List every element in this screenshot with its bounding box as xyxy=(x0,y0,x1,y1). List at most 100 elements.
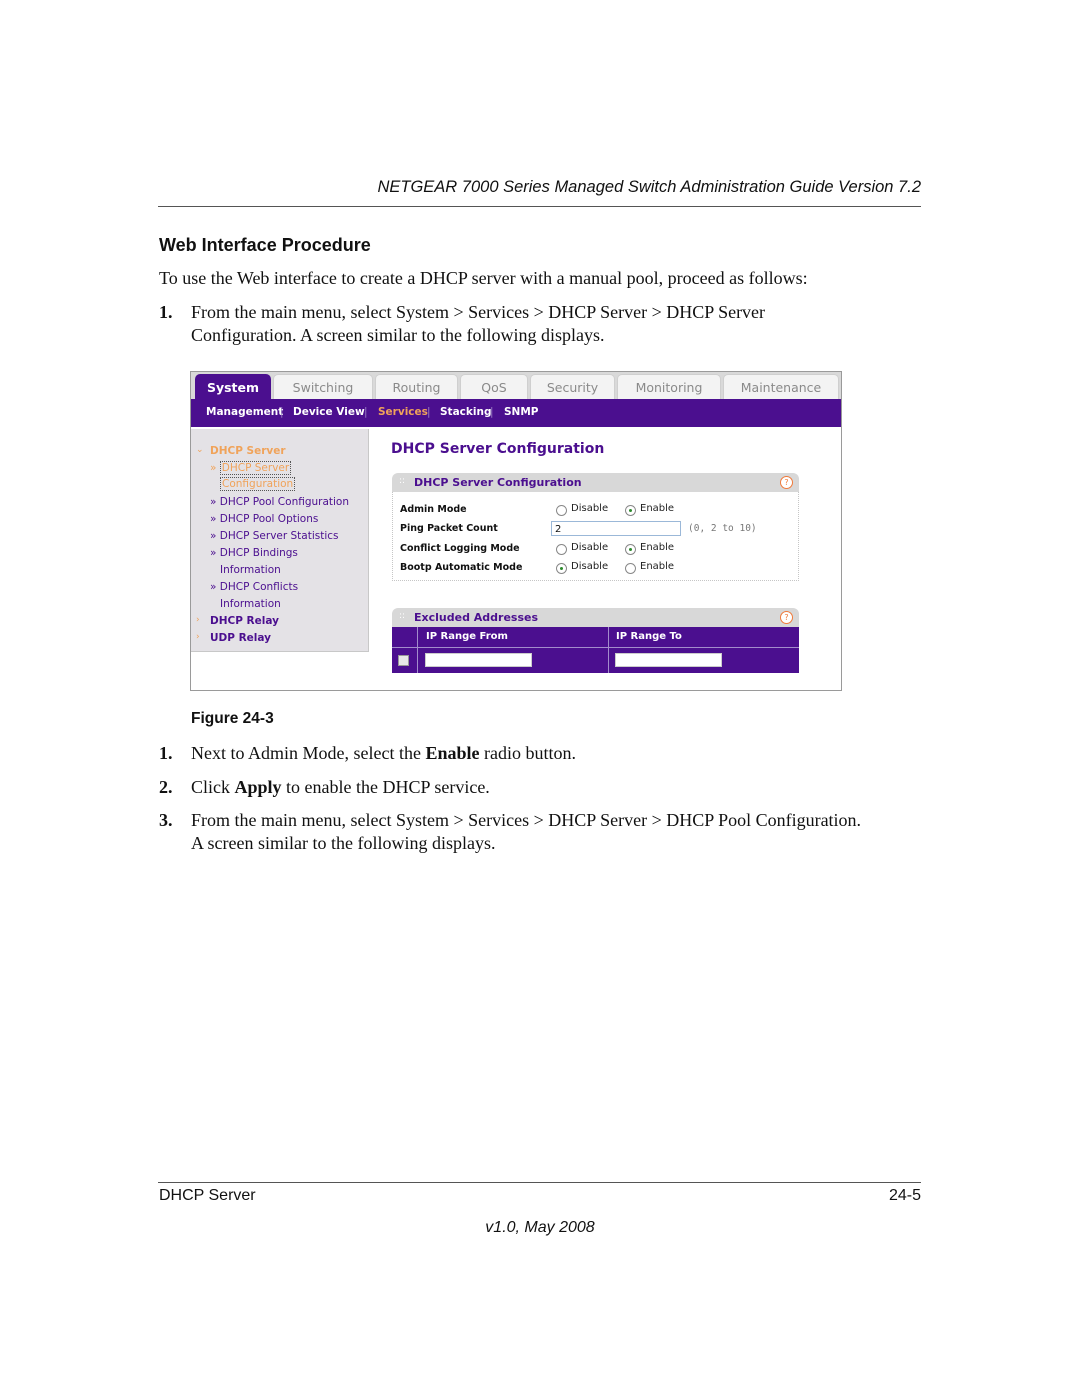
sidebar-item-label: DHCP Conflicts xyxy=(219,581,299,593)
running-header: NETGEAR 7000 Series Managed Switch Admin… xyxy=(377,178,921,196)
column-header-ip-range-from: IP Range From xyxy=(426,631,508,642)
panel-header: :: DHCP Server Configuration ? xyxy=(392,473,799,492)
bootp-disable-radio[interactable] xyxy=(556,563,567,574)
intro-paragraph: To use the Web interface to create a DHC… xyxy=(159,268,808,288)
step-text-part: radio button. xyxy=(479,743,576,763)
subnav-services[interactable]: Services xyxy=(378,406,428,418)
excluded-addresses-panel: :: Excluded Addresses ? IP Range From IP… xyxy=(392,608,799,674)
figure-screenshot: System Switching Routing QoS Security Mo… xyxy=(190,371,842,691)
conflict-logging-disable-radio[interactable] xyxy=(556,544,567,555)
bootp-enable-radio[interactable] xyxy=(625,563,636,574)
column-divider xyxy=(608,627,609,673)
step-text-part: Click xyxy=(191,777,235,797)
step-text: Next to Admin Mode, select the Enable ra… xyxy=(191,742,576,765)
radio-label: Disable xyxy=(571,503,609,514)
main-title: DHCP Server Configuration xyxy=(391,441,605,457)
admin-mode-label: Admin Mode xyxy=(400,504,467,515)
step-text-cont: Configuration. A screen similar to the f… xyxy=(191,325,605,345)
subnav-separator: | xyxy=(364,406,368,418)
column-divider xyxy=(417,627,418,673)
row-select-checkbox[interactable] xyxy=(398,655,409,666)
subnav-management[interactable]: Management xyxy=(206,406,283,418)
step-text-bold: Enable xyxy=(425,743,480,763)
tab-security[interactable]: Security xyxy=(530,374,615,399)
conflict-logging-enable-radio[interactable] xyxy=(625,544,636,555)
step-text: Click Apply to enable the DHCP service. xyxy=(191,776,490,799)
step-number: 2. xyxy=(159,777,173,797)
drag-handle-icon: :: xyxy=(399,476,406,486)
step-text-part: to enable the DHCP service. xyxy=(281,777,490,797)
radio-label: Disable xyxy=(571,542,609,553)
sidebar-item-dhcp-relay[interactable]: DHCP Relay xyxy=(210,615,279,627)
tab-maintenance[interactable]: Maintenance xyxy=(723,374,839,399)
ping-packet-count-label: Ping Packet Count xyxy=(400,523,498,534)
tab-qos[interactable]: QoS xyxy=(460,374,528,399)
sidebar-item-label: DHCP Server xyxy=(219,461,292,475)
help-icon[interactable]: ? xyxy=(780,476,793,489)
sidebar-item-udp-relay[interactable]: UDP Relay xyxy=(210,632,271,644)
step-number: 1. xyxy=(159,302,173,322)
subnav-snmp[interactable]: SNMP xyxy=(504,406,539,418)
tab-switching[interactable]: Switching xyxy=(273,374,373,399)
radio-label: Disable xyxy=(571,561,609,572)
radio-label: Enable xyxy=(640,561,675,572)
chevron-down-icon: ⌄ xyxy=(196,445,204,455)
help-icon[interactable]: ? xyxy=(780,611,793,624)
column-header-ip-range-to: IP Range To xyxy=(616,631,682,642)
ping-packet-count-input[interactable]: 2 xyxy=(551,521,681,536)
step-text: From the main menu, select System > Serv… xyxy=(191,302,766,322)
sidebar-item-dhcp-server-configuration[interactable]: » DHCP Server xyxy=(210,461,292,475)
footer-page-number: 24-5 xyxy=(888,1187,921,1204)
tab-system[interactable]: System xyxy=(195,374,271,399)
step-text-part: Next to Admin Mode, select the xyxy=(191,743,426,763)
step-number: 3. xyxy=(159,810,173,830)
sidebar-item-dhcp-conflicts[interactable]: » DHCP Conflicts xyxy=(210,581,298,593)
top-tab-bar: System Switching Routing QoS Security Mo… xyxy=(191,372,841,399)
subnav-device-view[interactable]: Device View xyxy=(293,406,365,418)
config-panel: :: DHCP Server Configuration ? Admin Mod… xyxy=(392,473,799,581)
step-text-cont: A screen similar to the following displa… xyxy=(191,833,496,853)
footer-chapter: DHCP Server xyxy=(159,1187,256,1204)
sidebar-item-dhcp-pool-configuration[interactable]: » DHCP Pool Configuration xyxy=(210,496,349,508)
sidebar-item-label: DHCP Bindings xyxy=(219,547,298,559)
sub-navigation: Management | Device View | Services | St… xyxy=(191,399,841,427)
sidebar-item-label: DHCP Server Statistics xyxy=(219,530,339,542)
tab-routing[interactable]: Routing xyxy=(375,374,458,399)
footer-rule xyxy=(158,1182,921,1183)
subnav-stacking[interactable]: Stacking xyxy=(440,406,491,418)
panel-body: Admin Mode Disable Enable Ping Packet Co… xyxy=(392,492,799,581)
footer-version: v1.0, May 2008 xyxy=(485,1219,595,1236)
sidebar: ⌄ DHCP Server » DHCP Server Configuratio… xyxy=(191,429,369,652)
step-text-bold: Apply xyxy=(234,777,282,797)
sidebar-item-dhcp-server[interactable]: DHCP Server xyxy=(210,445,286,457)
step-number: 1. xyxy=(159,743,173,763)
sidebar-item-dhcp-bindings-cont[interactable]: Information xyxy=(220,564,281,576)
excluded-addresses-table: IP Range From IP Range To xyxy=(392,627,799,673)
conflict-logging-label: Conflict Logging Mode xyxy=(400,543,520,554)
drag-handle-icon: :: xyxy=(399,611,406,621)
admin-mode-disable-radio[interactable] xyxy=(556,505,567,516)
sidebar-item-label: DHCP Pool Options xyxy=(219,513,319,525)
subnav-separator: | xyxy=(490,406,494,418)
subnav-separator: | xyxy=(280,406,284,418)
panel-header: :: Excluded Addresses ? xyxy=(392,608,799,627)
step-text: From the main menu, select System > Serv… xyxy=(191,810,862,830)
sidebar-item-dhcp-pool-options[interactable]: » DHCP Pool Options xyxy=(210,513,318,525)
admin-mode-enable-radio[interactable] xyxy=(625,505,636,516)
subnav-separator: | xyxy=(427,406,431,418)
header-rule xyxy=(158,206,921,207)
tab-monitoring[interactable]: Monitoring xyxy=(617,374,721,399)
sidebar-item-dhcp-conflicts-cont[interactable]: Information xyxy=(220,598,281,610)
ip-range-to-input[interactable] xyxy=(615,653,722,667)
chevron-right-icon: › xyxy=(196,615,200,625)
chevron-right-icon: › xyxy=(196,632,200,642)
sidebar-item-dhcp-bindings[interactable]: » DHCP Bindings xyxy=(210,547,298,559)
sidebar-item-dhcp-server-statistics[interactable]: » DHCP Server Statistics xyxy=(210,530,339,542)
panel-title: Excluded Addresses xyxy=(414,611,539,624)
bootp-automatic-mode-label: Bootp Automatic Mode xyxy=(400,562,523,573)
sidebar-item-dhcp-server-configuration-cont[interactable]: Configuration xyxy=(220,477,296,491)
sidebar-item-label: Configuration xyxy=(220,477,296,491)
section-heading: Web Interface Procedure xyxy=(159,235,371,255)
figure-caption: Figure 24-3 xyxy=(191,710,274,727)
ip-range-from-input[interactable] xyxy=(425,653,532,667)
